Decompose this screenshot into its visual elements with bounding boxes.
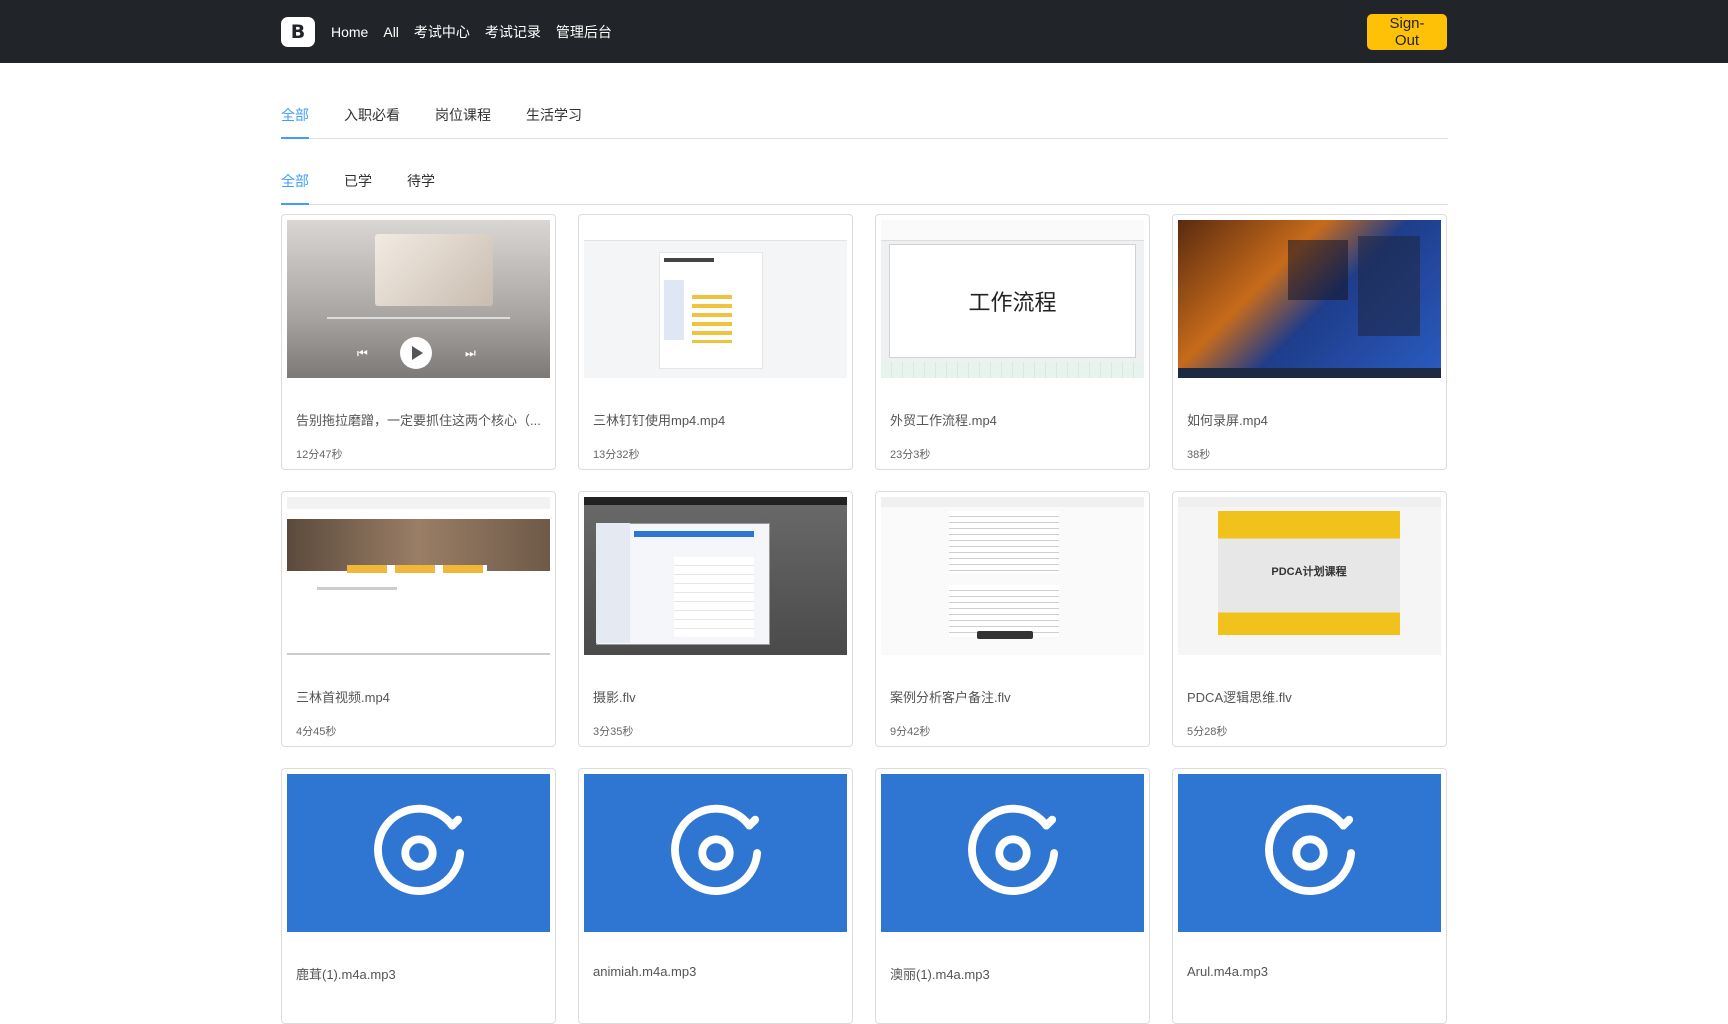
card-title: 外贸工作流程.mp4 bbox=[890, 413, 997, 428]
sign-out-button[interactable]: Sign-Out bbox=[1367, 13, 1447, 50]
status-tab-pending[interactable]: 待学 bbox=[407, 163, 435, 204]
audio-thumbnail[interactable] bbox=[287, 774, 550, 932]
course-card[interactable]: Arul.m4a.mp3 bbox=[1172, 768, 1447, 1024]
card-duration: 4分45秒 bbox=[296, 726, 337, 738]
course-card[interactable]: 摄影.flv 3分35秒 bbox=[578, 491, 853, 747]
nav-link-exam-center[interactable]: 考试中心 bbox=[414, 22, 470, 42]
previous-icon[interactable]: ⏮ bbox=[357, 346, 368, 361]
card-title: PDCA逻辑思维.flv bbox=[1187, 690, 1292, 705]
video-thumbnail[interactable]: ⏮ ⏭ bbox=[287, 220, 550, 378]
status-tab-all[interactable]: 全部 bbox=[281, 163, 309, 205]
thumbnail-image bbox=[375, 234, 493, 306]
card-duration: 23分3秒 bbox=[890, 449, 931, 461]
card-title: 摄影.flv bbox=[593, 690, 636, 705]
status-tab-learned[interactable]: 已学 bbox=[344, 163, 372, 204]
category-tab-job-courses[interactable]: 岗位课程 bbox=[435, 97, 491, 138]
audio-thumbnail[interactable] bbox=[881, 774, 1144, 932]
card-duration: 13分32秒 bbox=[593, 449, 640, 461]
brand-logo[interactable]: B bbox=[281, 16, 315, 47]
disc-icon bbox=[1264, 804, 1355, 895]
nav-link-exam-records[interactable]: 考试记录 bbox=[485, 22, 541, 42]
video-thumbnail[interactable]: PDCA计划课程 bbox=[1178, 497, 1441, 655]
video-thumbnail[interactable] bbox=[881, 497, 1144, 655]
category-tab-onboarding[interactable]: 入职必看 bbox=[344, 97, 400, 138]
card-duration: 12分47秒 bbox=[296, 449, 343, 461]
disc-icon bbox=[373, 804, 464, 895]
course-card[interactable]: 如何录屏.mp4 38秒 bbox=[1172, 214, 1447, 470]
video-thumbnail[interactable] bbox=[584, 220, 847, 378]
card-title: 鹿茸(1).m4a.mp3 bbox=[296, 967, 396, 982]
card-title: 如何录屏.mp4 bbox=[1187, 413, 1268, 428]
course-grid: ⏮ ⏭ 告别拖拉磨蹭，一定要抓住这两个核心（... 12分47秒 三林钉钉使用m… bbox=[281, 214, 1448, 1024]
card-title: 三林首视频.mp4 bbox=[296, 690, 390, 705]
play-icon[interactable] bbox=[400, 337, 432, 369]
card-duration: 3分35秒 bbox=[593, 726, 634, 738]
disc-icon bbox=[670, 804, 761, 895]
card-duration: 9分42秒 bbox=[890, 726, 931, 738]
course-card[interactable]: ⏮ ⏭ 告别拖拉磨蹭，一定要抓住这两个核心（... 12分47秒 bbox=[281, 214, 556, 470]
video-thumbnail[interactable] bbox=[584, 497, 847, 655]
category-tab-life-learning[interactable]: 生活学习 bbox=[526, 97, 582, 138]
audio-thumbnail[interactable] bbox=[584, 774, 847, 932]
card-duration: 5分28秒 bbox=[1187, 726, 1228, 738]
course-card[interactable]: PDCA计划课程 PDCA逻辑思维.flv 5分28秒 bbox=[1172, 491, 1447, 747]
next-icon[interactable]: ⏭ bbox=[465, 346, 476, 361]
disc-icon bbox=[967, 804, 1058, 895]
card-title: 澳丽(1).m4a.mp3 bbox=[890, 967, 990, 982]
slide-title: PDCA计划课程 bbox=[1271, 566, 1347, 578]
video-thumbnail[interactable] bbox=[1178, 220, 1441, 378]
course-card[interactable]: 澳丽(1).m4a.mp3 bbox=[875, 768, 1150, 1024]
course-card[interactable]: animiah.m4a.mp3 bbox=[578, 768, 853, 1024]
video-thumbnail[interactable] bbox=[287, 497, 550, 655]
card-title: 案例分析客户备注.flv bbox=[890, 690, 1011, 705]
audio-thumbnail[interactable] bbox=[1178, 774, 1441, 932]
nav-link-all[interactable]: All bbox=[383, 24, 399, 40]
category-tab-all[interactable]: 全部 bbox=[281, 97, 309, 139]
category-tabs: 全部 入职必看 岗位课程 生活学习 bbox=[281, 97, 1448, 139]
progress-track bbox=[327, 317, 510, 319]
course-card[interactable]: 工作流程 外贸工作流程.mp4 23分3秒 bbox=[875, 214, 1150, 470]
video-thumbnail[interactable]: 工作流程 bbox=[881, 220, 1144, 378]
course-card[interactable]: 三林首视频.mp4 4分45秒 bbox=[281, 491, 556, 747]
slide-title: 工作流程 bbox=[889, 244, 1136, 358]
top-navbar: B Home All 考试中心 考试记录 管理后台 Sign-Out bbox=[0, 0, 1728, 63]
nav-link-admin[interactable]: 管理后台 bbox=[556, 22, 612, 42]
course-card[interactable]: 三林钉钉使用mp4.mp4 13分32秒 bbox=[578, 214, 853, 470]
card-duration: 38秒 bbox=[1187, 449, 1211, 461]
card-title: 告别拖拉磨蹭，一定要抓住这两个核心（... bbox=[296, 413, 541, 428]
card-title: 三林钉钉使用mp4.mp4 bbox=[593, 413, 726, 428]
course-card[interactable]: 鹿茸(1).m4a.mp3 bbox=[281, 768, 556, 1024]
status-tabs: 全部 已学 待学 bbox=[281, 163, 1448, 205]
course-card[interactable]: 案例分析客户备注.flv 9分42秒 bbox=[875, 491, 1150, 747]
nav-link-home[interactable]: Home bbox=[331, 24, 368, 40]
